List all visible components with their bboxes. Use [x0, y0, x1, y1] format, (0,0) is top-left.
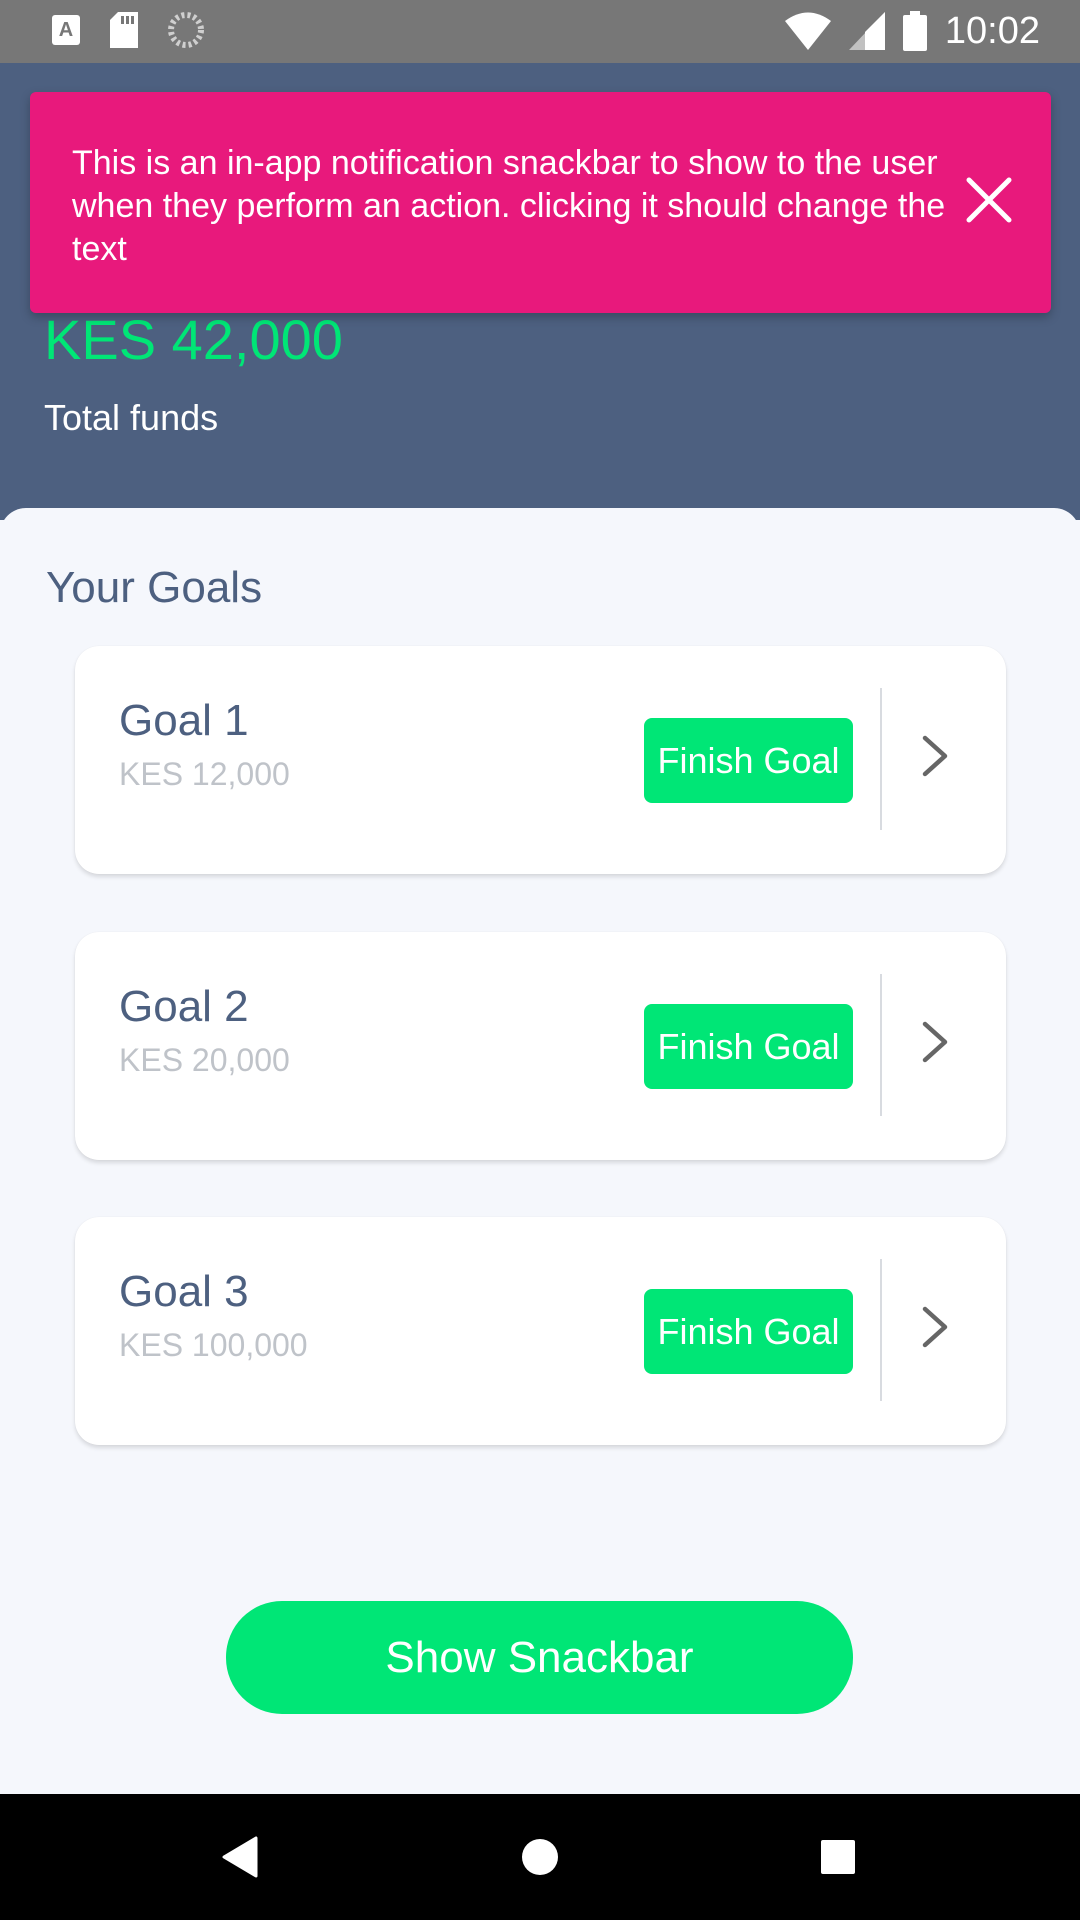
sync-icon [168, 12, 204, 48]
navigation-bar [0, 1794, 1080, 1920]
home-icon[interactable] [515, 1832, 565, 1882]
total-balance: KES 42,000 [44, 308, 343, 371]
battery-icon [902, 11, 927, 51]
svg-text:A: A [59, 19, 73, 41]
total-funds-label: Total funds [44, 397, 219, 438]
wifi-icon [784, 12, 831, 50]
goals-sheet: Your Goals Goal 1 KES 12,000 Finish Goal… [0, 508, 1080, 1794]
close-icon[interactable] [961, 172, 1017, 228]
goal-card[interactable]: Goal 1 KES 12,000 Finish Goal [75, 646, 1006, 874]
section-title: Your Goals [46, 563, 263, 612]
goal-amount: KES 12,000 [119, 756, 290, 792]
notification-snackbar[interactable]: This is an in-app notification snackbar … [30, 92, 1051, 313]
finish-goal-button[interactable]: Finish Goal [644, 718, 853, 803]
back-icon[interactable] [216, 1832, 266, 1882]
snackbar-text[interactable]: This is an in-app notification snackbar … [72, 142, 972, 271]
chevron-right-icon[interactable] [903, 1297, 963, 1357]
finish-goal-button[interactable]: Finish Goal [644, 1004, 853, 1089]
goal-amount: KES 20,000 [119, 1042, 290, 1078]
finish-goal-button[interactable]: Finish Goal [644, 1289, 853, 1374]
status-clock: 10:02 [944, 10, 1040, 52]
chevron-right-icon[interactable] [903, 726, 963, 786]
divider [880, 688, 882, 830]
goal-amount: KES 100,000 [119, 1327, 308, 1363]
goal-name: Goal 2 [119, 982, 249, 1031]
recents-icon[interactable] [813, 1832, 863, 1882]
app-screen: A 10:02 KES 42,000 Total funds This is a… [0, 0, 1080, 1920]
signal-icon [848, 12, 885, 50]
goal-card[interactable]: Goal 3 KES 100,000 Finish Goal [75, 1217, 1006, 1445]
sd-card-icon [110, 12, 138, 48]
goal-name: Goal 3 [119, 1267, 249, 1316]
show-snackbar-button[interactable]: Show Snackbar [226, 1601, 853, 1714]
goal-name: Goal 1 [119, 696, 249, 745]
divider [880, 1259, 882, 1401]
divider [880, 974, 882, 1116]
goal-card[interactable]: Goal 2 KES 20,000 Finish Goal [75, 932, 1006, 1160]
keyboard-icon: A [52, 15, 80, 45]
chevron-right-icon[interactable] [903, 1012, 963, 1072]
status-bar: A 10:02 [0, 0, 1080, 63]
